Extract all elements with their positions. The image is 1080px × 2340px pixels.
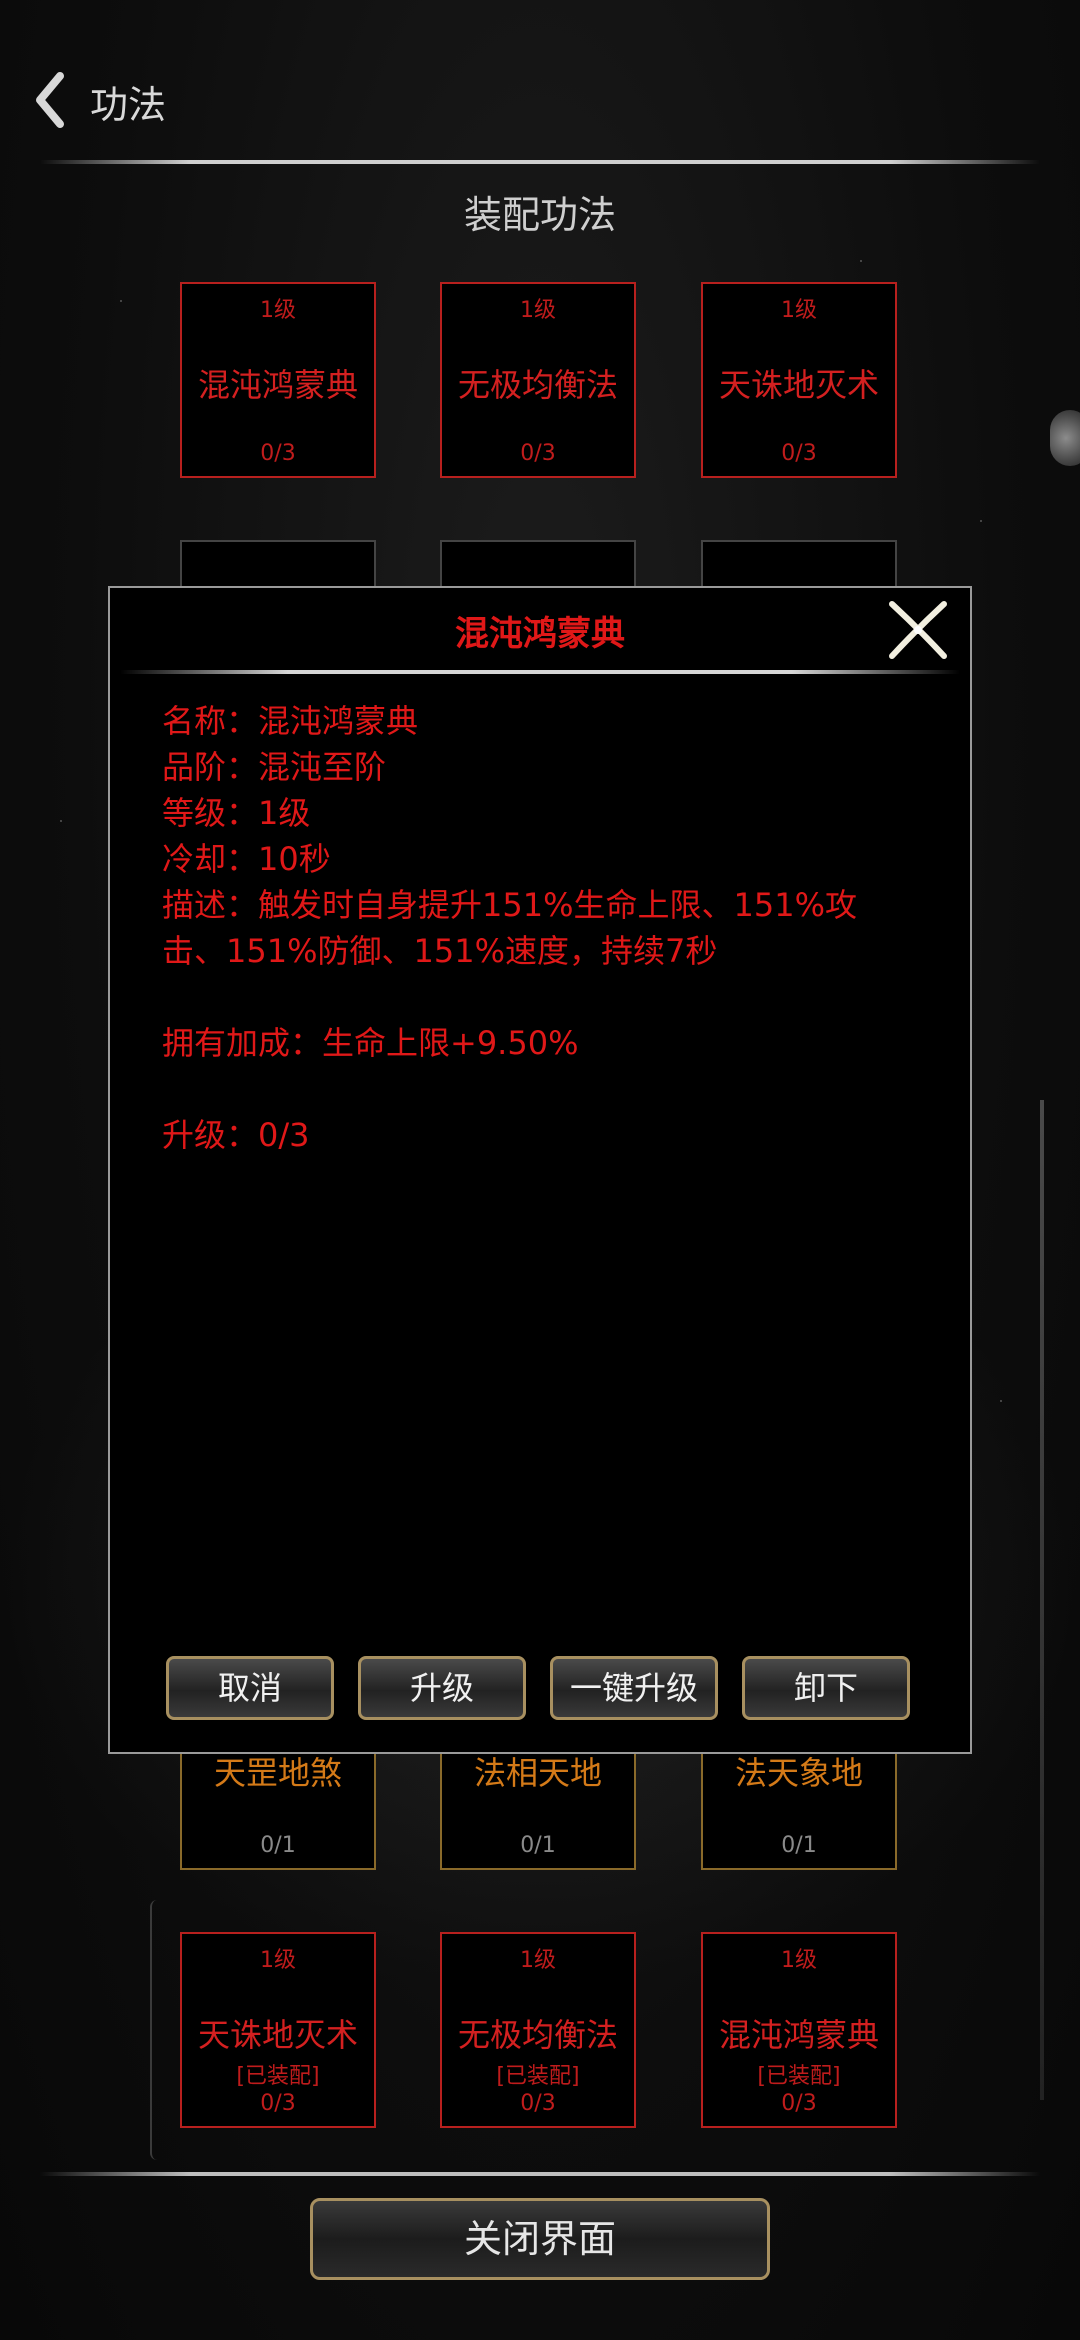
star-decoration [860,260,862,262]
info-cooldown: 冷却：10秒 [162,840,331,878]
info-description: 描述：触发时自身提升151%生命上限、151%攻击、151%防御、151%速度，… [162,886,857,970]
equipped-badge: [已装配] [496,2064,580,2089]
slot-level: 1级 [520,1948,556,1973]
info-upgrade: 升级：0/3 [162,1116,310,1154]
upgrade-button[interactable]: 升级 [358,1656,526,1720]
slot-level: 1级 [781,298,817,323]
equipped-badge: [已装配] [757,2064,841,2089]
star-decoration [120,300,122,302]
slot-name: 天诛地灭术 [197,2016,358,2054]
section-title: 装配功法 [463,193,616,237]
slot-progress: 0/3 [260,441,296,466]
info-grade: 品阶：混沌至阶 [162,748,387,786]
slot-progress: 0/3 [260,2091,296,2116]
slot-progress: 0/3 [781,2091,817,2116]
equipped-slot[interactable]: 1级 无极均衡法 0/3 [440,282,636,478]
slot-progress: 0/1 [520,1833,556,1858]
dialog-title: 混沌鸿蒙典 [455,614,625,654]
info-bonus: 拥有加成：生命上限+9.50% [162,1024,579,1062]
one-click-upgrade-button[interactable]: 一键升级 [550,1656,718,1720]
slot-name: 天罡地煞 [213,1754,342,1792]
divider [40,160,1040,164]
slot-name: 无极均衡法 [457,366,618,404]
close-x-icon[interactable] [886,598,950,662]
frame-decoration [1040,1100,1044,2100]
star-decoration [60,820,62,822]
slot-name: 天诛地灭术 [718,366,879,404]
frame-decoration [150,1900,164,2160]
slot-progress: 0/3 [520,2091,556,2116]
star-decoration [980,520,982,522]
slot-name: 混沌鸿蒙典 [718,2016,879,2054]
slot-level: 1级 [520,298,556,323]
inventory-slot[interactable]: 1级 无极均衡法 [已装配] 0/3 [440,1932,636,2128]
skill-info: 名称：混沌鸿蒙典 品阶：混沌至阶 等级：1级 冷却：10秒 描述：触发时自身提升… [162,698,918,1158]
skill-detail-dialog: 混沌鸿蒙典 名称：混沌鸿蒙典 品阶：混沌至阶 等级：1级 冷却：10秒 描述：触… [108,586,972,1754]
info-name: 名称：混沌鸿蒙典 [162,702,419,740]
equipped-slot[interactable]: 1级 混沌鸿蒙典 0/3 [180,282,376,478]
equipped-slot[interactable]: 1级 天诛地灭术 0/3 [701,282,897,478]
chevron-left-icon[interactable] [30,72,70,128]
slot-name: 混沌鸿蒙典 [197,366,358,404]
slot-level: 1级 [781,1948,817,1973]
page-title: 功法 [90,83,167,127]
cancel-button[interactable]: 取消 [166,1656,334,1720]
slot-progress: 0/1 [781,1833,817,1858]
unequip-button[interactable]: 卸下 [742,1656,910,1720]
equipped-badge: [已装配] [236,2064,320,2089]
divider [40,2172,1040,2176]
slot-level: 1级 [260,1948,296,1973]
dialog-actions: 取消 升级 一键升级 卸下 [166,1656,926,1722]
info-level: 等级：1级 [162,794,311,832]
slot-name: 无极均衡法 [457,2016,618,2054]
slot-name: 法天象地 [734,1754,863,1792]
top-bar: 功法 [0,60,1080,140]
slot-progress: 0/3 [520,441,556,466]
slot-progress: 0/3 [781,441,817,466]
slot-name: 法相天地 [473,1754,602,1792]
close-interface-button[interactable]: 关闭界面 [310,2198,770,2280]
inventory-slot[interactable]: 1级 天诛地灭术 [已装配] 0/3 [180,1932,376,2128]
slot-level: 1级 [260,298,296,323]
dialog-divider [120,670,960,674]
side-handle[interactable] [1050,410,1080,466]
slot-progress: 0/1 [260,1833,296,1858]
inventory-slot[interactable]: 1级 混沌鸿蒙典 [已装配] 0/3 [701,1932,897,2128]
star-decoration [1000,1400,1002,1402]
